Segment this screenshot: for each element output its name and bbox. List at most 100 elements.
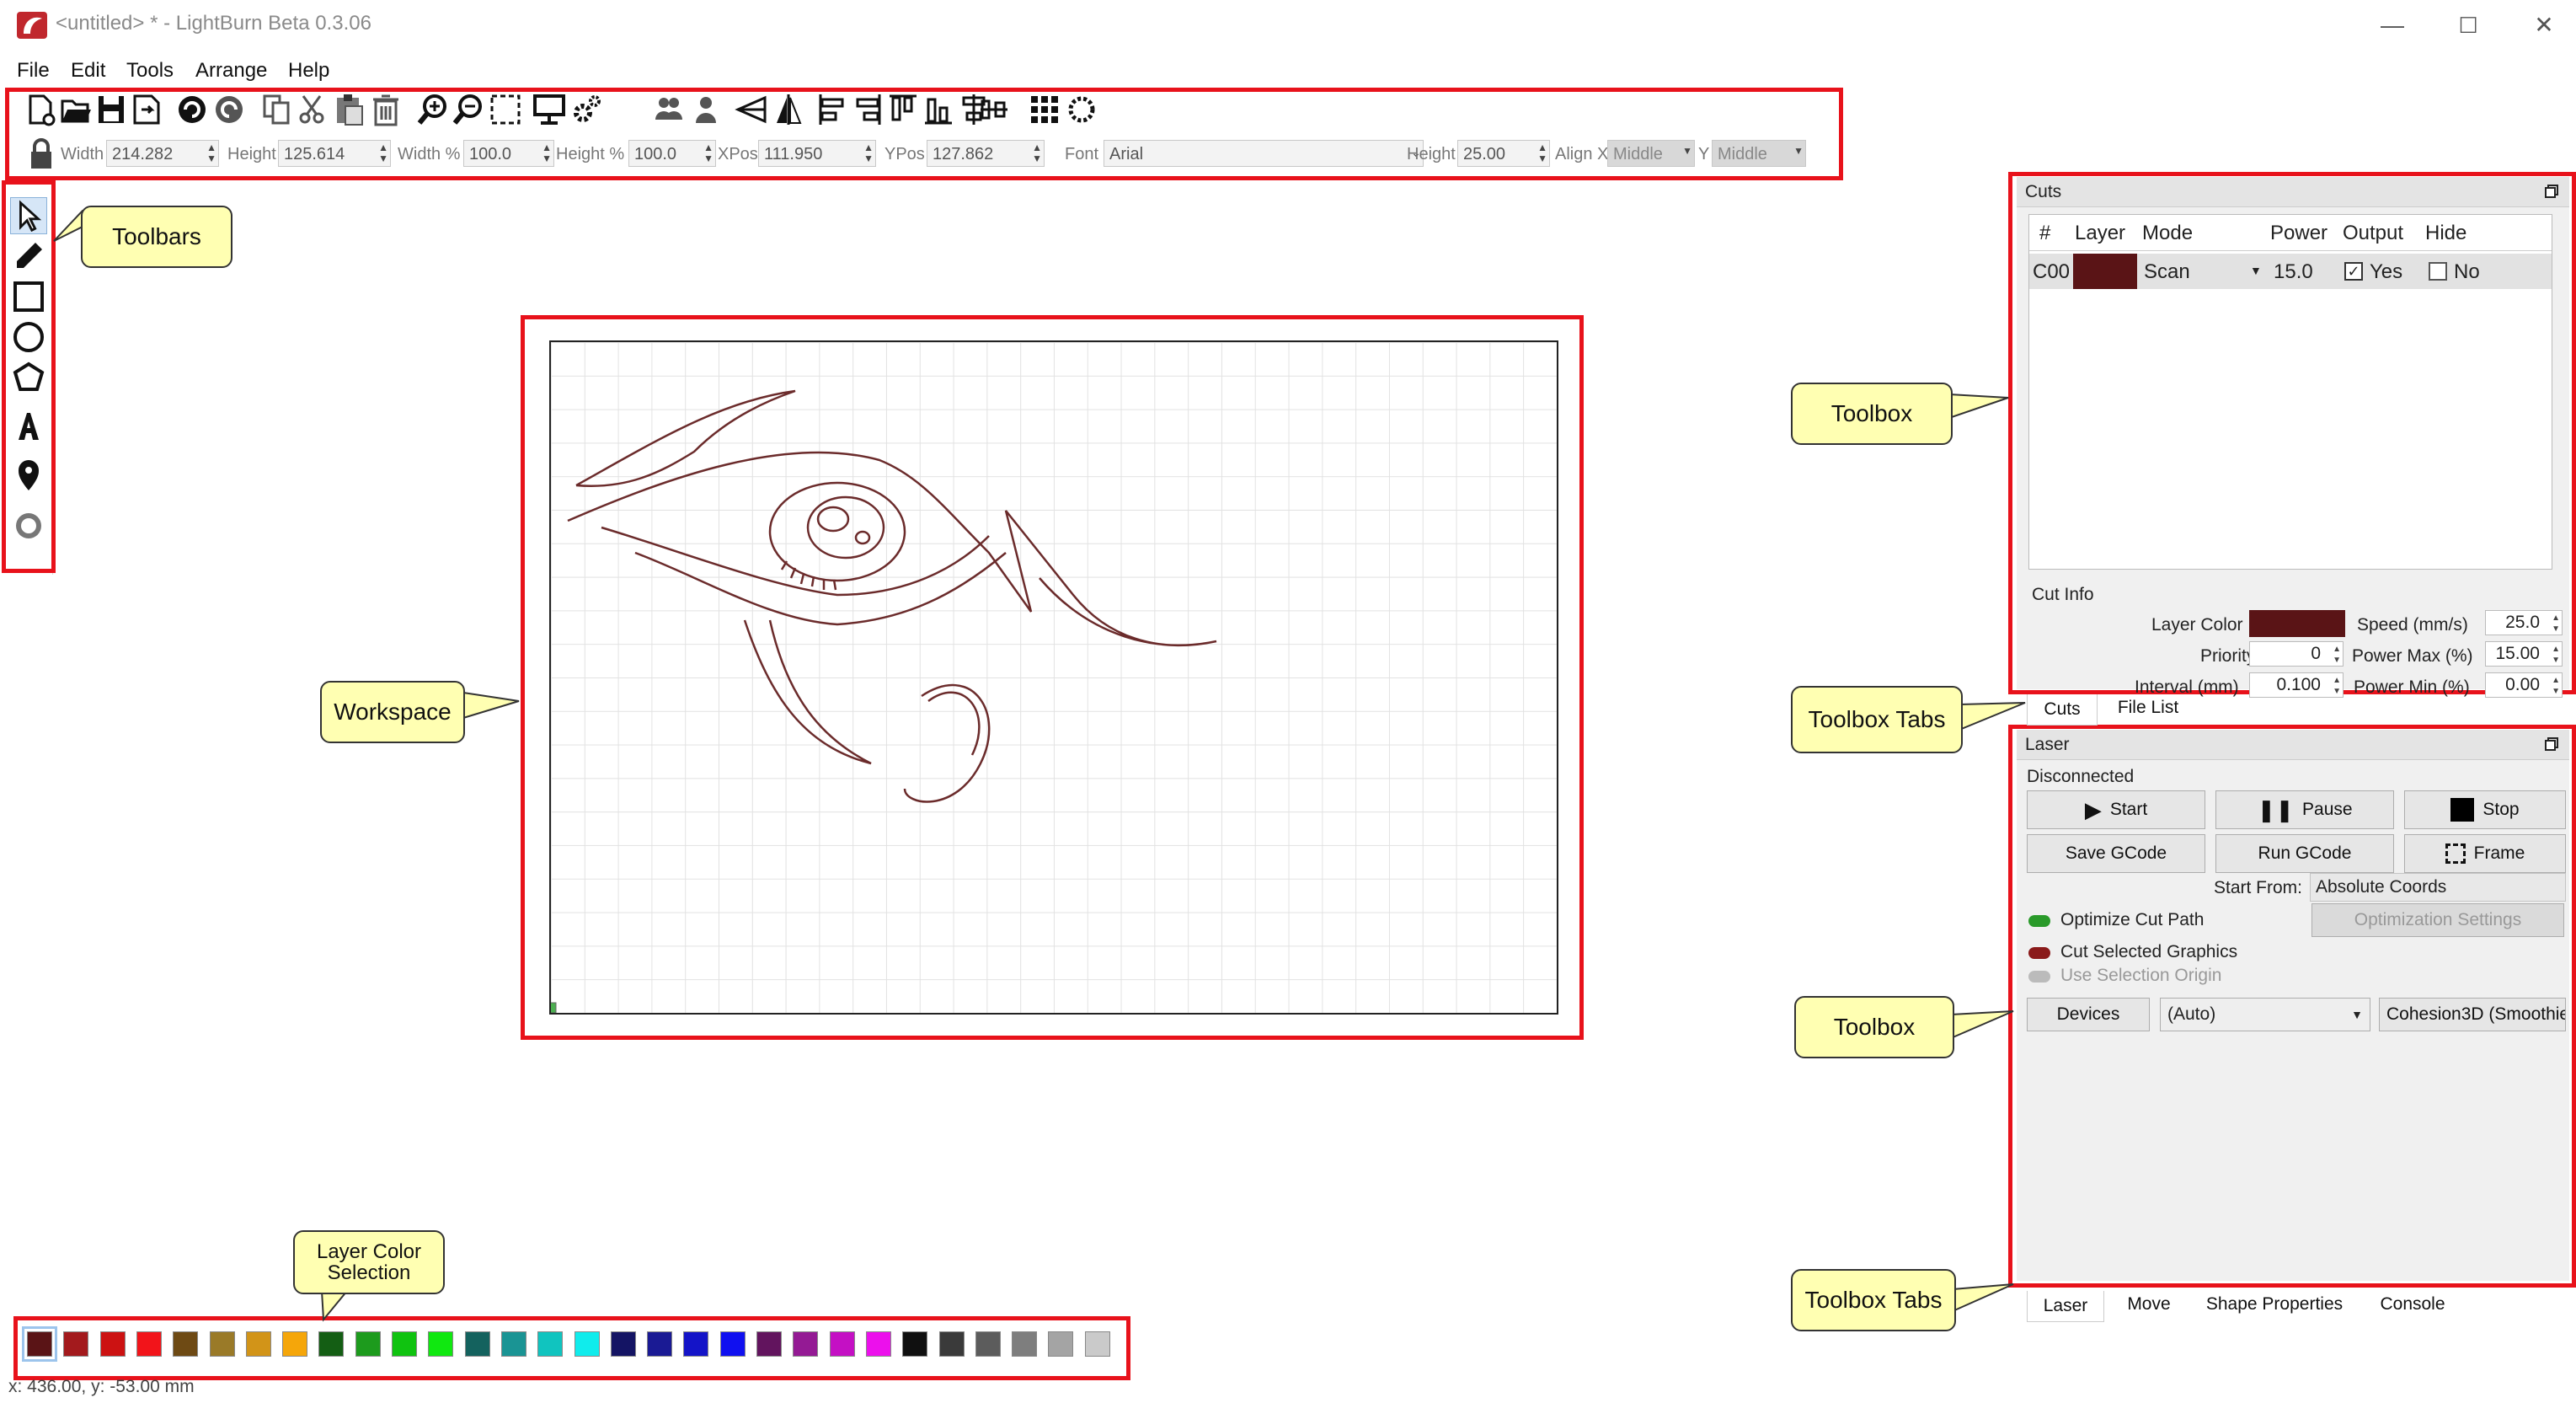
- spin-arrows-icon[interactable]: ▲ ▼: [2552, 613, 2560, 635]
- priority-input[interactable]: 0 ▲ ▼: [2249, 641, 2344, 667]
- col-header[interactable]: Layer: [2075, 222, 2125, 245]
- palette-swatch[interactable]: [1084, 1331, 1110, 1357]
- menu-edit[interactable]: Edit: [71, 54, 105, 88]
- palette-swatch[interactable]: [756, 1331, 782, 1357]
- menu-arrange[interactable]: Arrange: [195, 54, 267, 88]
- tab-laser[interactable]: Laser: [2027, 1291, 2104, 1322]
- palette-swatch[interactable]: [318, 1331, 345, 1357]
- close-button[interactable]: ✕: [2519, 7, 2569, 44]
- palette-swatch[interactable]: [1048, 1331, 1074, 1357]
- power-value: 15.0: [2274, 260, 2313, 283]
- palette-swatch[interactable]: [938, 1331, 965, 1357]
- cut-selected-toggle[interactable]: [2028, 947, 2050, 959]
- menu-tools[interactable]: Tools: [126, 54, 174, 88]
- palette-swatch[interactable]: [22, 1326, 57, 1362]
- palette-swatch[interactable]: [209, 1331, 235, 1357]
- speed-input[interactable]: 25.0 ▲ ▼: [2485, 610, 2563, 635]
- palette-swatch[interactable]: [464, 1331, 490, 1357]
- optimize-toggle[interactable]: [2028, 915, 2050, 927]
- frame-button[interactable]: Frame: [2404, 834, 2566, 873]
- palette-swatch[interactable]: [610, 1331, 636, 1357]
- laser-panel-title: Laser: [2025, 735, 2070, 754]
- palette-swatch[interactable]: [975, 1331, 1001, 1357]
- palette-swatch[interactable]: [647, 1331, 673, 1357]
- palette-swatch[interactable]: [63, 1331, 89, 1357]
- palette-swatch[interactable]: [136, 1331, 162, 1357]
- device-select-button[interactable]: Cohesion3D (Smoothie: [2379, 998, 2566, 1031]
- palette-swatch[interactable]: [683, 1331, 709, 1357]
- optimization-settings-button[interactable]: Optimization Settings: [2311, 903, 2564, 937]
- devices-button[interactable]: Devices: [2027, 998, 2150, 1031]
- minimize-button[interactable]: —: [2367, 7, 2418, 44]
- play-icon: ▶: [2084, 796, 2102, 822]
- hide-checkbox[interactable]: [2429, 262, 2447, 281]
- power-max-label: Power Max (%): [2352, 646, 2473, 666]
- scrollbar[interactable]: [2547, 340, 2552, 365]
- pause-icon: ❚❚: [2257, 796, 2295, 822]
- col-header[interactable]: Mode: [2142, 222, 2193, 245]
- use-selection-origin-label: Use Selection Origin: [2060, 966, 2222, 985]
- start-from-select[interactable]: Absolute Coords: [2310, 873, 2566, 902]
- undock-icon[interactable]: [2544, 736, 2559, 752]
- pause-button[interactable]: ❚❚ Pause: [2215, 790, 2394, 829]
- palette-swatch[interactable]: [574, 1331, 600, 1357]
- callout-toolbars: Toolbars: [81, 206, 232, 268]
- layer-color-button[interactable]: [2249, 610, 2345, 637]
- palette-swatch[interactable]: [1012, 1331, 1038, 1357]
- callout-layer-color-line1: Layer Color: [316, 1240, 422, 1263]
- spin-arrows-icon[interactable]: ▲ ▼: [2552, 644, 2560, 666]
- start-button[interactable]: ▶ Start: [2027, 790, 2205, 829]
- spin-arrows-icon[interactable]: ▲ ▼: [2333, 675, 2341, 697]
- col-header[interactable]: #: [2039, 222, 2050, 245]
- tab-cuts[interactable]: Cuts: [2027, 694, 2098, 726]
- palette-swatch[interactable]: [392, 1331, 417, 1357]
- tab-move[interactable]: Move: [2111, 1289, 2187, 1320]
- palette-swatch[interactable]: [99, 1331, 126, 1357]
- callout-layer-color-selection: Layer Color Selection: [293, 1230, 445, 1294]
- menu-file[interactable]: File: [17, 54, 50, 88]
- chevron-down-icon[interactable]: ▼: [2250, 264, 2262, 277]
- palette-swatch[interactable]: [865, 1331, 891, 1357]
- col-header[interactable]: Output: [2343, 222, 2403, 245]
- palette-swatch[interactable]: [902, 1331, 928, 1357]
- palette-swatch[interactable]: [355, 1331, 381, 1357]
- col-header[interactable]: Power: [2270, 222, 2327, 245]
- col-header[interactable]: Hide: [2425, 222, 2466, 245]
- spin-arrows-icon[interactable]: ▲ ▼: [2552, 675, 2560, 697]
- palette-swatch[interactable]: [537, 1331, 564, 1357]
- palette-swatch[interactable]: [245, 1331, 271, 1357]
- mode-value[interactable]: Scan: [2144, 260, 2190, 284]
- frame-icon: [2445, 843, 2466, 864]
- tab-file-list[interactable]: File List: [2106, 693, 2190, 723]
- lightburn-logo-icon: [17, 12, 47, 39]
- power-max-value: 15.00: [2495, 644, 2540, 663]
- palette-swatch[interactable]: [282, 1331, 308, 1357]
- palette-swatch[interactable]: [719, 1331, 746, 1357]
- palette-swatch[interactable]: [793, 1331, 819, 1357]
- table-row[interactable]: C00 Scan ▼ 15.0 ✓ Yes No: [2029, 254, 2552, 289]
- stop-label: Stop: [2482, 800, 2520, 819]
- tab-shape-properties[interactable]: Shape Properties: [2190, 1289, 2359, 1320]
- use-selection-origin-toggle[interactable]: [2028, 971, 2050, 983]
- power-min-input[interactable]: 0.00 ▲ ▼: [2485, 672, 2563, 698]
- layer-color-cell[interactable]: [2073, 254, 2137, 289]
- palette-swatch[interactable]: [173, 1331, 199, 1357]
- save-gcode-button[interactable]: Save GCode: [2027, 834, 2205, 873]
- palette-swatch[interactable]: [829, 1331, 855, 1357]
- menu-help[interactable]: Help: [288, 54, 329, 88]
- output-checkbox[interactable]: ✓: [2344, 262, 2363, 281]
- stop-button[interactable]: Stop: [2404, 790, 2566, 829]
- tab-console[interactable]: Console: [2364, 1289, 2461, 1320]
- priority-label: Priority: [2200, 646, 2256, 666]
- maximize-button[interactable]: ☐: [2443, 7, 2493, 44]
- run-gcode-button[interactable]: Run GCode: [2215, 834, 2394, 873]
- palette-swatch[interactable]: [428, 1331, 454, 1357]
- undock-icon[interactable]: [2544, 184, 2559, 199]
- interval-input[interactable]: 0.100 ▲ ▼: [2249, 672, 2344, 698]
- spin-arrows-icon[interactable]: ▲ ▼: [2333, 644, 2341, 666]
- port-select[interactable]: (Auto) ▼: [2160, 998, 2370, 1031]
- palette-swatch[interactable]: [500, 1331, 526, 1357]
- power-max-input[interactable]: 15.00 ▲ ▼: [2485, 641, 2563, 667]
- cuts-panel-header: Cuts: [2017, 177, 2569, 207]
- connection-status: Disconnected: [2027, 767, 2135, 786]
